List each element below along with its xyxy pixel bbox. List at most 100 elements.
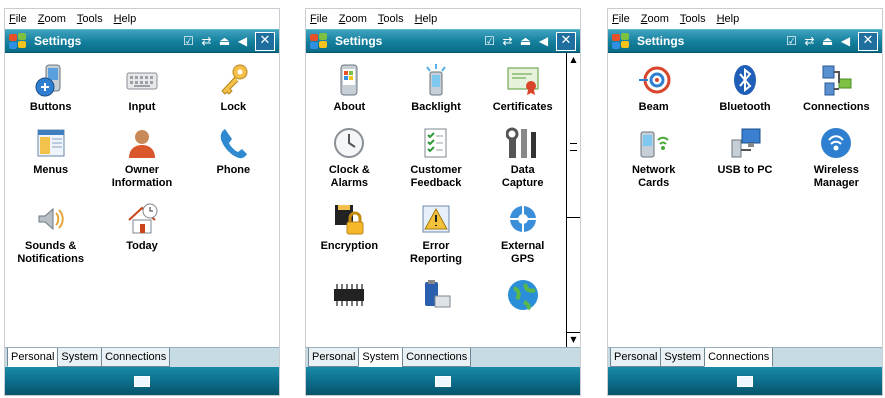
window-title: Settings <box>335 34 383 48</box>
menu-item-tools[interactable]: Tools <box>77 13 103 25</box>
settings-screen-3: File Zoom Tools Help Settings ☑ ⇄ ⏏ ◀ ✕ Beam Blueto… <box>607 8 883 396</box>
settings-item[interactable] <box>479 276 566 316</box>
menu-item-tools[interactable]: Tools <box>680 13 706 25</box>
windows-start-icon[interactable] <box>8 32 28 50</box>
close-button[interactable]: ✕ <box>255 31 275 51</box>
settings-item[interactable]: Sounds & Notifications <box>5 200 96 266</box>
checkbox-status-icon[interactable]: ☑ <box>482 34 497 49</box>
settings-item-label: Customer Feedback <box>410 164 462 189</box>
settings-icon-grid: Beam Bluetooth Connections Network Cards USB… <box>608 53 882 190</box>
settings-item-label: Backlight <box>411 101 461 113</box>
settings-icon-grid: About Backlight Certificates Clock & Alarms… <box>306 53 566 316</box>
signal-icon[interactable]: ⏏ <box>217 34 232 49</box>
menu-item-file[interactable]: File <box>9 13 27 25</box>
scroll-down-arrow-icon[interactable]: ▼ <box>567 332 580 347</box>
settings-item-label: Error Reporting <box>410 240 462 265</box>
volume-icon[interactable]: ◀ <box>838 34 853 49</box>
tab-personal[interactable]: Personal <box>308 348 360 367</box>
settings-item[interactable]: Phone <box>188 124 279 190</box>
sync-arrows-icon[interactable]: ⇄ <box>500 34 515 49</box>
close-button[interactable]: ✕ <box>556 31 576 51</box>
settings-item-label: Menus <box>33 164 69 176</box>
settings-item[interactable]: Owner Information <box>96 124 187 190</box>
settings-item-label: Owner Information <box>111 164 173 189</box>
tab-connections[interactable]: Connections <box>402 348 472 367</box>
settings-item[interactable]: Encryption <box>306 200 393 266</box>
menu-item-tools[interactable]: Tools <box>378 13 404 25</box>
memory-icon <box>330 276 368 314</box>
settings-item[interactable]: Error Reporting <box>393 200 480 266</box>
checkbox-status-icon[interactable]: ☑ <box>784 34 799 49</box>
settings-content: Buttons Input Lock Menus Owner Information Ph… <box>5 53 279 347</box>
keyboard-toggle-icon[interactable] <box>134 375 150 387</box>
settings-item[interactable]: About <box>306 61 393 114</box>
tab-system[interactable]: System <box>57 348 103 367</box>
tab-connections[interactable]: Connections <box>704 348 774 367</box>
network-icon <box>635 124 673 162</box>
encryption-icon <box>330 200 368 238</box>
settings-item[interactable]: Today <box>96 200 187 266</box>
tab-connections[interactable]: Connections <box>101 348 171 367</box>
volume-icon[interactable]: ◀ <box>235 34 250 49</box>
wireless-icon <box>817 124 855 162</box>
tab-personal[interactable]: Personal <box>7 348 59 367</box>
keyboard-toggle-icon[interactable] <box>435 375 451 387</box>
tab-system[interactable]: System <box>358 348 404 367</box>
windows-start-icon[interactable] <box>611 32 631 50</box>
settings-item[interactable]: Beam <box>608 61 699 114</box>
sync-arrows-icon[interactable]: ⇄ <box>802 34 817 49</box>
menu-item-file[interactable]: File <box>612 13 630 25</box>
scroll-grip-icon <box>570 143 577 151</box>
vertical-scrollbar[interactable]: ▲ ▼ <box>566 53 580 347</box>
settings-item[interactable]: Buttons <box>5 61 96 114</box>
settings-item-label: Sounds & Notifications <box>17 240 84 265</box>
signal-icon[interactable]: ⏏ <box>518 34 533 49</box>
settings-item[interactable]: Bluetooth <box>699 61 790 114</box>
settings-item[interactable]: Certificates <box>479 61 566 114</box>
settings-item[interactable] <box>306 276 393 316</box>
power-icon <box>417 276 455 314</box>
settings-item-label: Network Cards <box>631 164 676 189</box>
volume-icon[interactable]: ◀ <box>536 34 551 49</box>
settings-item[interactable] <box>393 276 480 316</box>
settings-item[interactable]: Backlight <box>393 61 480 114</box>
checkbox-status-icon[interactable]: ☑ <box>181 34 196 49</box>
settings-item[interactable]: Connections <box>791 61 882 114</box>
settings-item[interactable]: Lock <box>188 61 279 114</box>
settings-item-label: Data Capture <box>501 164 544 189</box>
menu-item-zoom[interactable]: Zoom <box>641 13 669 25</box>
settings-item[interactable]: Input <box>96 61 187 114</box>
menu-item-zoom[interactable]: Zoom <box>38 13 66 25</box>
settings-item[interactable]: USB to PC <box>699 124 790 190</box>
phone-icon <box>214 124 252 162</box>
settings-item-label: Buttons <box>29 101 72 113</box>
settings-item[interactable]: Clock & Alarms <box>306 124 393 190</box>
menu-item-zoom[interactable]: Zoom <box>339 13 367 25</box>
settings-item[interactable]: Network Cards <box>608 124 699 190</box>
window-title: Settings <box>637 34 685 48</box>
menu-bar: File Zoom Tools Help <box>306 9 580 29</box>
close-button[interactable]: ✕ <box>858 31 878 51</box>
settings-item-label: About <box>333 101 366 113</box>
scrollbar-thumb[interactable] <box>567 67 580 218</box>
windows-start-icon[interactable] <box>309 32 329 50</box>
buttons-icon <box>32 61 70 99</box>
menu-item-file[interactable]: File <box>310 13 328 25</box>
settings-item-label: USB to PC <box>717 164 773 176</box>
keyboard-icon <box>123 61 161 99</box>
sync-arrows-icon[interactable]: ⇄ <box>199 34 214 49</box>
settings-item[interactable]: Menus <box>5 124 96 190</box>
settings-item[interactable]: Data Capture <box>479 124 566 190</box>
tab-system[interactable]: System <box>660 348 706 367</box>
scroll-up-arrow-icon[interactable]: ▲ <box>567 53 580 68</box>
settings-item[interactable]: Customer Feedback <box>393 124 480 190</box>
keyboard-toggle-icon[interactable] <box>737 375 753 387</box>
signal-icon[interactable]: ⏏ <box>820 34 835 49</box>
tab-personal[interactable]: Personal <box>610 348 662 367</box>
settings-item[interactable]: Wireless Manager <box>791 124 882 190</box>
menu-item-help[interactable]: Help <box>717 13 740 25</box>
menu-item-help[interactable]: Help <box>114 13 137 25</box>
settings-item[interactable]: External GPS <box>479 200 566 266</box>
menu-item-help[interactable]: Help <box>415 13 438 25</box>
settings-content: Beam Bluetooth Connections Network Cards USB… <box>608 53 882 347</box>
